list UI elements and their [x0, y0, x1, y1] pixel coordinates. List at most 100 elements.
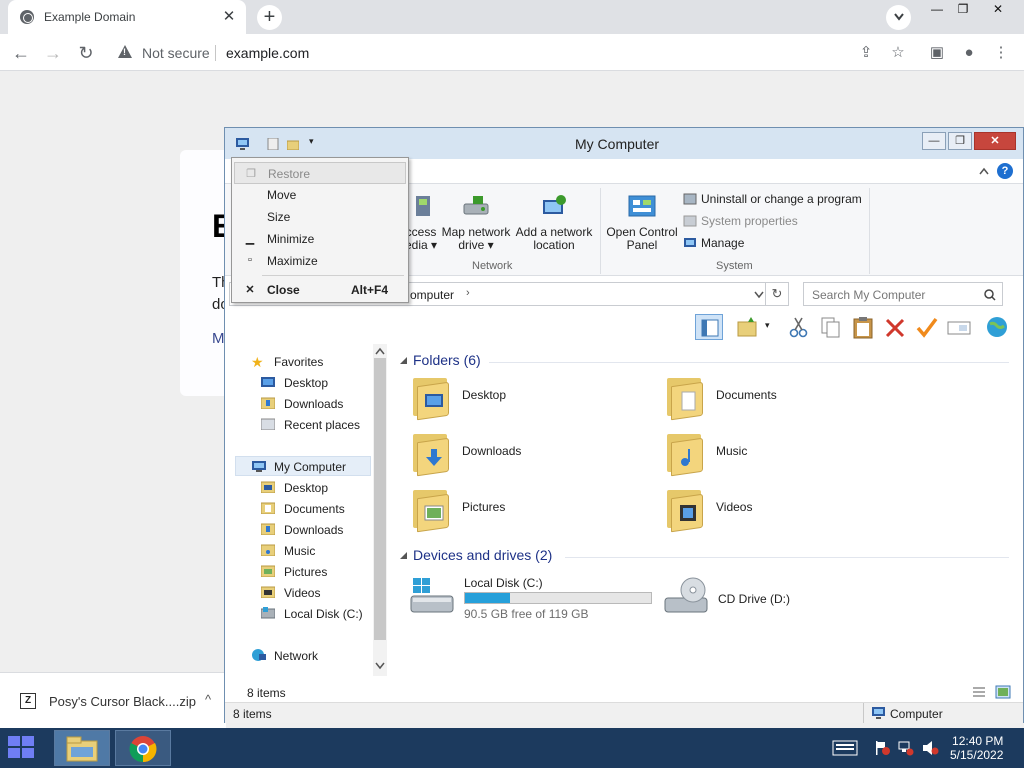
- download-options-button[interactable]: ^: [205, 692, 211, 707]
- map-network-drive-button[interactable]: Map network drive ▾: [438, 194, 514, 252]
- forward-button[interactable]: →: [40, 40, 66, 66]
- checkmark-icon[interactable]: [913, 314, 941, 340]
- properties-icon[interactable]: [267, 138, 279, 150]
- volume-muted-icon[interactable]: [922, 740, 940, 756]
- folder-tile-pictures[interactable]: Pictures: [411, 486, 641, 536]
- nav-network[interactable]: Network: [247, 646, 367, 666]
- maximize-button[interactable]: ❐: [948, 132, 972, 150]
- details-view-icon[interactable]: [971, 685, 987, 699]
- maximize-icon: ▫: [248, 254, 252, 266]
- nav-my-computer[interactable]: My Computer: [235, 456, 371, 476]
- security-label[interactable]: Not secure: [142, 45, 210, 61]
- refresh-button[interactable]: ↻: [765, 282, 789, 306]
- help-button[interactable]: ?: [997, 163, 1013, 179]
- browser-tab[interactable]: Example Domain ✕: [8, 0, 246, 34]
- rename-icon[interactable]: [945, 314, 973, 340]
- minimize-button[interactable]: —: [922, 132, 946, 150]
- taskbar-chrome[interactable]: [115, 730, 171, 766]
- preview-pane-icon[interactable]: [695, 314, 723, 340]
- breadcrumb-chevron-icon[interactable]: ›: [466, 287, 470, 299]
- download-item[interactable]: Posy's Cursor Black....zip: [49, 694, 196, 709]
- qat-dropdown-icon[interactable]: ▾: [309, 136, 321, 148]
- start-button[interactable]: [8, 736, 38, 760]
- folders-header[interactable]: Folders (6): [413, 352, 481, 368]
- manage-button[interactable]: Manage: [683, 236, 744, 250]
- nav-favorites[interactable]: ★ Favorites: [247, 352, 367, 372]
- globe-icon[interactable]: [983, 314, 1011, 340]
- nav-fav-desktop[interactable]: Desktop: [257, 373, 377, 393]
- search-input[interactable]: Search My Computer: [803, 282, 1003, 306]
- explorer-title-bar[interactable]: ▾ My Computer — ❐ ✕: [225, 128, 1023, 159]
- scroll-up-icon[interactable]: [373, 346, 387, 356]
- delete-icon[interactable]: [881, 314, 909, 340]
- nav-videos[interactable]: Videos: [257, 583, 377, 603]
- menu-kebab-icon[interactable]: ⋮: [990, 42, 1012, 64]
- computer-icon[interactable]: [235, 137, 251, 151]
- taskbar-file-explorer[interactable]: [54, 730, 110, 766]
- folder-options-icon[interactable]: [735, 314, 763, 340]
- nav-music[interactable]: Music: [257, 541, 377, 561]
- side-panel-icon[interactable]: ▣: [926, 42, 948, 64]
- webpage-more-link[interactable]: M: [212, 330, 225, 347]
- reload-button[interactable]: ↻: [73, 40, 99, 66]
- nav-local-disk[interactable]: Local Disk (C:): [257, 604, 377, 624]
- collapse-ribbon-icon[interactable]: [979, 167, 989, 175]
- folder-tile-desktop[interactable]: Desktop: [411, 374, 641, 424]
- nav-documents[interactable]: Documents: [257, 499, 377, 519]
- action-center-flag-icon[interactable]: [874, 740, 890, 756]
- close-button[interactable]: ✕: [974, 132, 1016, 150]
- menu-item-minimize[interactable]: ▁ Minimize: [234, 228, 406, 250]
- breadcrumb-my-computer[interactable]: omputer: [410, 288, 454, 302]
- folder-icon: [411, 430, 451, 477]
- browser-restore-button[interactable]: ❐: [948, 0, 978, 20]
- tab-title: Example Domain: [44, 10, 136, 24]
- new-tab-button[interactable]: +: [257, 5, 282, 30]
- uninstall-program-button[interactable]: Uninstall or change a program: [683, 192, 862, 206]
- nav-downloads[interactable]: Downloads: [257, 520, 377, 540]
- drive-tile-local-disk[interactable]: Local Disk (C:) 90.5 GB free of 119 GB: [409, 574, 659, 624]
- collapse-arrow-icon[interactable]: [399, 356, 409, 366]
- warning-icon: [118, 45, 132, 58]
- cut-icon[interactable]: [785, 314, 813, 340]
- nav-pictures[interactable]: Pictures: [257, 562, 377, 582]
- menu-item-restore[interactable]: ❐ Restore: [234, 162, 406, 184]
- drive-tile-cd-drive[interactable]: CD Drive (D:): [663, 574, 863, 624]
- back-button[interactable]: ←: [8, 40, 34, 66]
- bookmark-star-icon[interactable]: ☆: [887, 42, 909, 64]
- menu-item-maximize[interactable]: ▫ Maximize: [234, 250, 406, 272]
- folder-tile-videos[interactable]: Videos: [665, 486, 895, 536]
- menu-item-move[interactable]: Move: [234, 184, 406, 206]
- folder-tile-music[interactable]: Music: [665, 430, 895, 480]
- url-text[interactable]: example.com: [226, 45, 309, 61]
- nav-desktop[interactable]: Desktop: [257, 478, 377, 498]
- menu-item-size[interactable]: Size: [234, 206, 406, 228]
- address-dropdown-icon[interactable]: [754, 291, 764, 299]
- paste-icon[interactable]: [849, 314, 877, 340]
- copy-icon[interactable]: [817, 314, 845, 340]
- tab-close-button[interactable]: ✕: [220, 8, 238, 26]
- new-folder-icon[interactable]: [287, 138, 299, 150]
- large-icons-view-icon[interactable]: [995, 685, 1011, 699]
- open-control-panel-button[interactable]: Open Control Panel: [605, 194, 679, 252]
- profile-avatar-icon[interactable]: ●: [958, 42, 980, 64]
- menu-item-close[interactable]: ✕ Close Alt+F4: [234, 279, 406, 301]
- keyboard-icon[interactable]: [832, 740, 858, 756]
- drives-header[interactable]: Devices and drives (2): [413, 547, 552, 563]
- system-properties-button[interactable]: System properties: [683, 214, 798, 228]
- share-icon[interactable]: ⇪: [855, 42, 877, 64]
- tab-search-button[interactable]: [886, 5, 911, 30]
- nav-fav-recent-places[interactable]: Recent places: [257, 415, 377, 435]
- address-bar[interactable]: Not secure example.com: [108, 38, 858, 67]
- recent-places-icon: [261, 418, 275, 430]
- browser-close-button[interactable]: ✕: [983, 0, 1013, 20]
- folder-tile-downloads[interactable]: Downloads: [411, 430, 641, 480]
- system-properties-icon: [683, 215, 697, 227]
- network-status-icon[interactable]: [898, 740, 914, 756]
- nav-fav-downloads[interactable]: Downloads: [257, 394, 377, 414]
- clock[interactable]: 12:40 PM 5/15/2022: [950, 734, 1003, 762]
- add-network-location-button[interactable]: Add a network location: [514, 194, 594, 252]
- nav-scrollbar-thumb[interactable]: [374, 358, 386, 640]
- collapse-arrow-icon[interactable]: [399, 551, 409, 561]
- scroll-down-icon[interactable]: [373, 661, 387, 671]
- folder-tile-documents[interactable]: Documents: [665, 374, 895, 424]
